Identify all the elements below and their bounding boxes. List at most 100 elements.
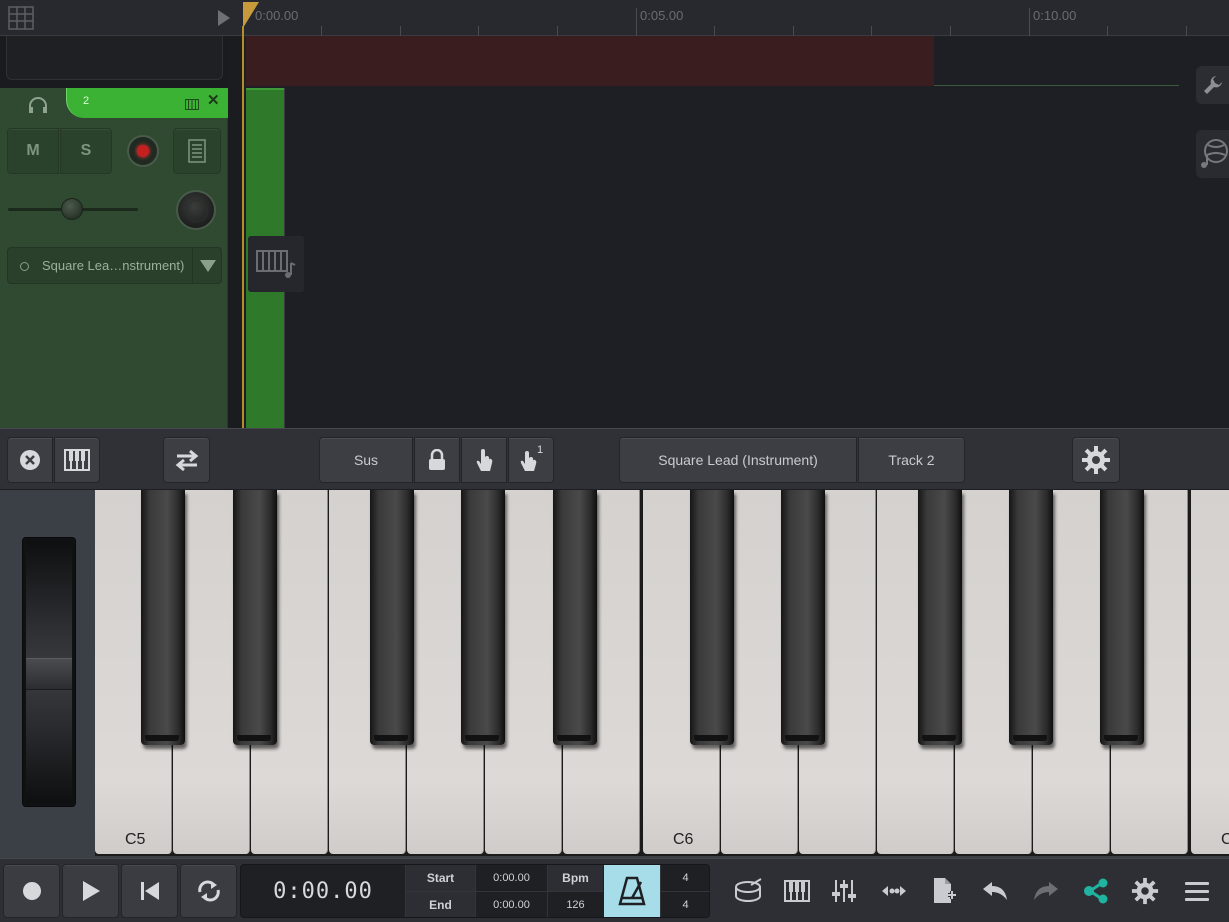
keyboard-note-icon[interactable] xyxy=(248,236,304,292)
solo-button[interactable]: S xyxy=(60,128,112,174)
ruler-tick xyxy=(557,26,558,36)
record-button[interactable] xyxy=(3,864,60,918)
globe-music-icon[interactable] xyxy=(1196,130,1229,178)
ruler-tick xyxy=(478,26,479,36)
track-2-tab[interactable]: 2 ✕ xyxy=(66,88,228,118)
black-key-cs5[interactable] xyxy=(141,490,185,745)
note-label-c6: C6 xyxy=(673,831,694,848)
lock-icon xyxy=(429,449,445,470)
pan-knob[interactable] xyxy=(176,190,216,230)
instrument-select-label: Square Lea…nstrument) xyxy=(42,258,185,273)
track-name-button[interactable]: Track 2 xyxy=(858,437,965,483)
time-panel: 0:00.00 Start 0:00.00 End 0:00.00 Bpm 12… xyxy=(240,864,710,918)
loop-button[interactable] xyxy=(180,864,237,918)
piano-icon[interactable] xyxy=(777,871,817,911)
ruler-label-0: 0:00.00 xyxy=(255,8,299,23)
time-signature-denominator[interactable]: 4 xyxy=(660,891,710,917)
share-icon[interactable] xyxy=(1076,871,1116,911)
bpm-value[interactable]: 126 xyxy=(547,891,603,917)
ruler-tick xyxy=(321,26,322,36)
hamburger-menu-icon[interactable] xyxy=(1177,871,1217,911)
ruler-tick xyxy=(714,26,715,36)
region-track-1[interactable] xyxy=(246,36,934,86)
black-key-gs5[interactable] xyxy=(461,490,505,745)
ruler-tick xyxy=(400,26,401,36)
play-button[interactable] xyxy=(62,864,119,918)
track-fx-button[interactable] xyxy=(173,128,221,174)
arrangement-background[interactable] xyxy=(246,86,1229,428)
black-key-as5[interactable] xyxy=(553,490,597,745)
ruler-tick-major xyxy=(636,8,637,36)
headphones-icon[interactable] xyxy=(24,94,52,116)
gear-icon[interactable] xyxy=(1125,871,1165,911)
record-icon xyxy=(22,882,41,900)
end-label: End xyxy=(405,891,475,917)
ruler-label-5: 0:05.00 xyxy=(640,8,684,23)
split-arrows-icon[interactable] xyxy=(874,871,914,911)
track-header-1[interactable] xyxy=(0,36,228,88)
touch-count-label: 1 xyxy=(537,444,544,456)
mixer-sliders-icon[interactable] xyxy=(824,871,864,911)
piano-keyboard[interactable]: C5 C6 C xyxy=(95,490,1229,856)
track-2-panel[interactable]: 2 ✕ M S Square Lea…nstrument) xyxy=(0,88,228,428)
undo-icon[interactable] xyxy=(975,871,1015,911)
playhead[interactable] xyxy=(242,26,244,428)
time-display[interactable]: 0:00.00 xyxy=(241,865,405,917)
add-file-icon[interactable] xyxy=(924,871,964,911)
drum-icon[interactable] xyxy=(728,871,768,911)
black-key-as6[interactable] xyxy=(1100,490,1144,745)
metronome-button[interactable] xyxy=(604,865,660,917)
lock-button[interactable] xyxy=(414,437,460,483)
close-keyboard-button[interactable] xyxy=(7,437,53,483)
start-value[interactable]: 0:00.00 xyxy=(475,865,547,891)
instrument-select[interactable]: Square Lea…nstrument) xyxy=(7,247,222,284)
piano-view-button[interactable] xyxy=(54,437,100,483)
volume-slider-handle[interactable] xyxy=(61,198,83,220)
ruler-label-10: 0:10.00 xyxy=(1033,8,1077,23)
metronome-icon xyxy=(618,876,646,906)
region-end-line xyxy=(934,85,1179,86)
black-key-ds5[interactable] xyxy=(233,490,277,745)
swap-button[interactable] xyxy=(163,437,210,483)
note-label-c5: C5 xyxy=(125,831,146,848)
piano-icon[interactable] xyxy=(185,97,199,110)
redo-icon[interactable] xyxy=(1026,871,1066,911)
rewind-button[interactable] xyxy=(121,864,178,918)
black-key-fs6[interactable] xyxy=(918,490,962,745)
close-icon[interactable]: ✕ xyxy=(207,91,220,109)
black-key-gs6[interactable] xyxy=(1009,490,1053,745)
bpm-label: Bpm xyxy=(547,865,603,891)
timeline-ticks[interactable]: 0:00.00 0:05.00 0:10.00 xyxy=(243,0,1229,36)
modulation-wheel[interactable] xyxy=(22,537,76,807)
track-list-divider[interactable] xyxy=(228,36,242,428)
timeline-ruler[interactable]: 0:00.00 0:05.00 0:10.00 xyxy=(0,0,1229,36)
keyboard-area: C5 C6 C xyxy=(0,490,1229,858)
black-key-fs5[interactable] xyxy=(370,490,414,745)
time-signature-numerator[interactable]: 4 xyxy=(660,865,710,891)
white-key-c7[interactable]: C xyxy=(1191,490,1229,854)
wrench-icon[interactable] xyxy=(1196,66,1229,104)
ruler-play-icon[interactable] xyxy=(218,10,230,26)
ruler-tick xyxy=(1107,26,1108,36)
skip-back-icon xyxy=(140,882,159,900)
mute-button[interactable]: M xyxy=(7,128,59,174)
ruler-tick xyxy=(1186,26,1187,36)
record-arm-button[interactable] xyxy=(127,135,159,167)
touch-mode-button[interactable] xyxy=(461,437,507,483)
track-number: 2 xyxy=(83,95,90,107)
gear-icon xyxy=(1082,446,1110,474)
instrument-status-icon xyxy=(20,262,29,271)
ruler-tick xyxy=(871,26,872,36)
app-window: 0:00.00 0:05.00 0:10.00 2 ✕ M S Square L… xyxy=(0,0,1229,922)
single-touch-button[interactable]: 1 xyxy=(508,437,554,483)
chevron-down-icon[interactable] xyxy=(192,248,222,283)
end-value[interactable]: 0:00.00 xyxy=(475,891,547,917)
instrument-name-button[interactable]: Square Lead (Instrument) xyxy=(619,437,857,483)
black-key-ds6[interactable] xyxy=(781,490,825,745)
sustain-button[interactable]: Sus xyxy=(319,437,413,483)
keyboard-settings-button[interactable] xyxy=(1072,437,1120,483)
modulation-wheel-handle[interactable] xyxy=(26,658,72,690)
playhead-handle[interactable] xyxy=(243,2,259,28)
black-key-cs6[interactable] xyxy=(690,490,734,745)
grid-icon[interactable] xyxy=(8,6,34,30)
